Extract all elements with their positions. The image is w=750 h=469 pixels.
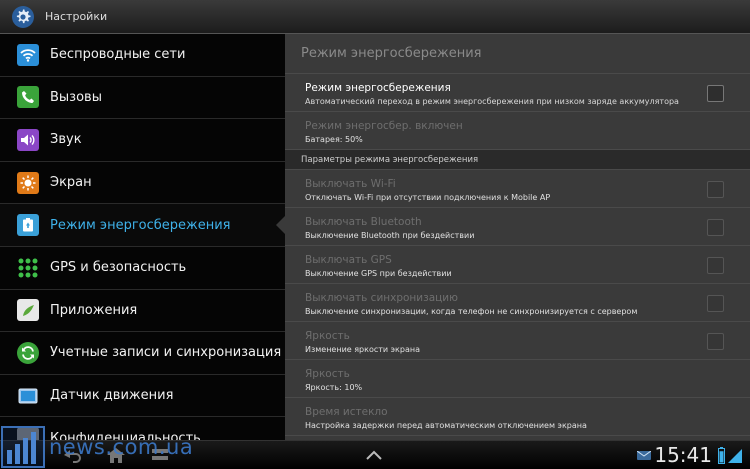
settings-sidebar: Беспроводные сети Вызовы Звук Экран Режи…: [0, 34, 285, 440]
gps-off-checkbox[interactable]: [707, 257, 724, 274]
signal-icon: [728, 449, 742, 463]
title-bar: Настройки: [0, 0, 750, 34]
watermark: news.com.ua: [0, 424, 215, 469]
wifi-off-checkbox[interactable]: [707, 181, 724, 198]
brightness-change-checkbox[interactable]: [707, 333, 724, 350]
notification-icon[interactable]: [637, 451, 651, 460]
motion-sensor-icon: [17, 385, 39, 407]
sound-icon: [17, 128, 39, 151]
sidebar-item-calls[interactable]: Вызовы: [0, 77, 285, 120]
power-saving-icon: [17, 214, 39, 237]
battery-icon: [718, 447, 725, 464]
sync-off-row[interactable]: Выключать синхронизацию Выключение синхр…: [285, 284, 750, 322]
sidebar-item-label: Учетные записи и синхронизация: [50, 345, 282, 361]
gps-off-row[interactable]: Выключать GPS Выключение GPS при бездейс…: [285, 246, 750, 284]
sidebar-item-accounts-sync[interactable]: Учетные записи и синхронизация: [0, 332, 285, 375]
row-title: Режим энергосбережения: [305, 82, 451, 94]
app-title: Настройки: [45, 10, 108, 23]
bluetooth-off-row[interactable]: Выключать Bluetooth Выключение Bluetooth…: [285, 208, 750, 246]
power-saving-toggle-row[interactable]: Режим энергосбережения Автоматический пе…: [285, 74, 750, 112]
sidebar-item-label: Беспроводные сети: [50, 47, 186, 63]
row-summary: Отключать Wi-Fi при отсутствии подключен…: [305, 193, 551, 202]
sidebar-item-power-saving[interactable]: Режим энергосбережения: [0, 204, 285, 247]
clock[interactable]: 15:41: [654, 443, 712, 467]
sidebar-item-label: Приложения: [50, 302, 138, 318]
sidebar-item-applications[interactable]: Приложения: [0, 290, 285, 333]
power-saving-on-level-row[interactable]: Режим энергосбер. включен Батарея: 50%: [285, 112, 750, 150]
sidebar-item-wireless[interactable]: Беспроводные сети: [0, 34, 285, 77]
row-title: Режим энергосбер. включен: [305, 120, 463, 132]
detail-title: Режим энергосбережения: [285, 34, 750, 74]
screen-timeout-row[interactable]: Время истекло Настройка задержки перед а…: [285, 398, 750, 436]
row-title: Выключать Wi-Fi: [305, 178, 396, 190]
row-summary: Яркость: 10%: [305, 383, 363, 392]
sidebar-item-display[interactable]: Экран: [0, 162, 285, 205]
brightness-icon: [17, 171, 39, 194]
row-summary: Выключение Bluetooth при бездействии: [305, 231, 475, 240]
sidebar-item-label: Режим энергосбережения: [50, 217, 231, 233]
row-summary: Батарея: 50%: [305, 135, 363, 144]
sidebar-item-label: GPS и безопасность: [50, 260, 187, 276]
power-saving-detail: Режим энергосбережения Режим энергосбере…: [285, 34, 750, 440]
row-title: Выключать GPS: [305, 254, 392, 266]
row-summary: Настройка задержки перед автоматическим …: [305, 421, 587, 430]
applications-icon: [17, 299, 39, 322]
watermark-text: news.com.ua: [49, 434, 194, 459]
phone-icon: [17, 86, 39, 109]
row-title: Яркость: [305, 330, 350, 342]
row-summary: Выключение GPS при бездействии: [305, 269, 452, 278]
brightness-level-row[interactable]: Яркость Яркость: 10%: [285, 360, 750, 398]
section-header: Параметры режима энергосбережения: [285, 150, 750, 170]
row-summary: Автоматический переход в режим энергосбе…: [305, 97, 679, 106]
wifi-icon: [17, 43, 39, 66]
sync-off-checkbox[interactable]: [707, 295, 724, 312]
sidebar-item-label: Вызовы: [50, 89, 102, 105]
settings-gear-icon[interactable]: [11, 5, 35, 29]
row-summary: Выключение синхронизации, когда телефон …: [305, 307, 638, 316]
sidebar-item-label: Звук: [50, 132, 82, 148]
brightness-change-row[interactable]: Яркость Изменение яркости экрана: [285, 322, 750, 360]
sidebar-item-label: Датчик движения: [50, 388, 174, 404]
row-title: Яркость: [305, 368, 350, 380]
gps-grid-icon: [17, 257, 39, 279]
row-title: Выключать Bluetooth: [305, 216, 422, 228]
wifi-off-row[interactable]: Выключать Wi-Fi Отключать Wi-Fi при отсу…: [285, 170, 750, 208]
sidebar-item-motion-sensor[interactable]: Датчик движения: [0, 375, 285, 418]
power-saving-checkbox[interactable]: [707, 85, 724, 102]
row-title: Время истекло: [305, 406, 388, 418]
row-title: Выключать синхронизацию: [305, 292, 458, 304]
sidebar-item-gps-security[interactable]: GPS и безопасность: [0, 247, 285, 290]
chevron-up-icon[interactable]: [362, 446, 386, 464]
news-logo-icon: [1, 425, 45, 468]
row-summary: Изменение яркости экрана: [305, 345, 420, 354]
sidebar-item-sound[interactable]: Звук: [0, 119, 285, 162]
sidebar-item-label: Экран: [50, 175, 92, 191]
bluetooth-off-checkbox[interactable]: [707, 219, 724, 236]
sync-icon: [17, 341, 39, 364]
